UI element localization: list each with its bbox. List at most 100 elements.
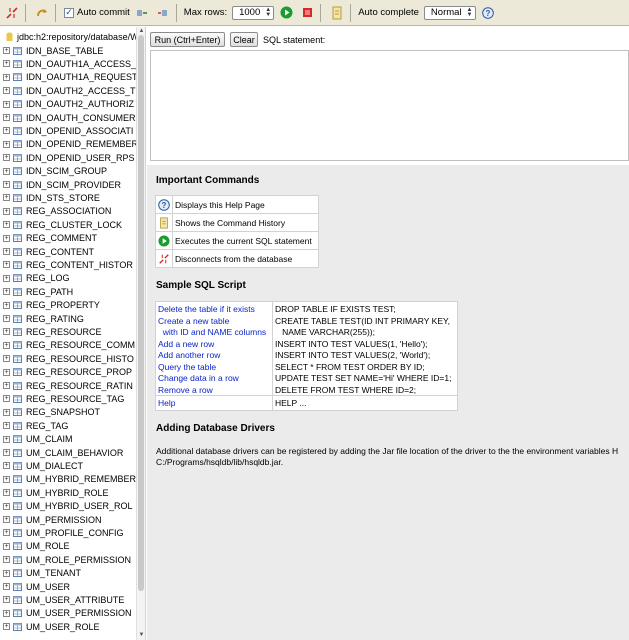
tree-item[interactable]: + REG_LOG [3, 272, 70, 285]
run-statement-button[interactable]: Run (Ctrl+Enter) [150, 32, 225, 47]
tree-item[interactable]: + UM_CLAIM_BEHAVIOR [3, 446, 123, 459]
tree-item[interactable]: + REG_RESOURCE_PROP [3, 366, 132, 379]
tree-item[interactable]: + REG_ASSOCIATION [3, 205, 111, 218]
scrollbar-thumb[interactable] [138, 35, 144, 591]
expand-icon[interactable]: + [3, 368, 10, 376]
tree-item[interactable]: + UM_HYBRID_ROLE [3, 486, 109, 499]
tree-item[interactable]: + UM_ROLE_PERMISSION [3, 553, 131, 566]
tree-item[interactable]: + IDN_STS_STORE [3, 191, 100, 204]
tree-item[interactable]: + IDN_OPENID_ASSOCIATI [3, 124, 133, 137]
expand-icon[interactable]: + [3, 154, 10, 162]
expand-icon[interactable]: + [3, 248, 10, 255]
expand-icon[interactable]: + [3, 181, 10, 188]
tree-item[interactable]: + UM_HYBRID_REMEMBER [3, 473, 136, 486]
expand-icon[interactable]: + [3, 516, 10, 523]
history-button[interactable] [328, 4, 346, 22]
tree-item[interactable]: + REG_COMMENT [3, 232, 97, 245]
expand-icon[interactable]: + [3, 194, 10, 202]
tree-item[interactable]: + REG_CONTENT [3, 245, 94, 258]
tree-item[interactable]: + REG_CLUSTER_LOCK [3, 218, 122, 231]
tree-item[interactable]: + UM_CLAIM [3, 433, 73, 446]
tree-item[interactable]: + REG_RATING [3, 312, 84, 325]
tree-item[interactable]: + REG_RESOURCE_RATIN [3, 379, 133, 392]
sample-link[interactable]: Add another row [158, 350, 220, 362]
expand-icon[interactable]: + [3, 623, 10, 631]
sample-link[interactable]: with ID and NAME columns [158, 327, 266, 339]
expand-icon[interactable]: + [3, 301, 10, 309]
expand-icon[interactable]: + [3, 60, 10, 68]
expand-icon[interactable]: + [3, 355, 10, 363]
expand-icon[interactable]: + [3, 288, 10, 296]
commit-button[interactable] [133, 4, 151, 22]
tree-item[interactable]: + REG_CONTENT_HISTOR [3, 258, 133, 271]
expand-icon[interactable]: + [3, 462, 10, 470]
scroll-up-icon[interactable]: ▲ [137, 27, 145, 35]
tree-item[interactable]: + UM_PROFILE_CONFIG [3, 526, 124, 539]
expand-icon[interactable]: + [3, 167, 10, 175]
expand-icon[interactable]: + [3, 395, 10, 403]
expand-icon[interactable]: + [3, 100, 10, 108]
clear-button[interactable]: Clear [230, 32, 258, 47]
tree-item[interactable]: + IDN_SCIM_GROUP [3, 165, 107, 178]
tree-item[interactable]: + REG_RESOURCE_HISTO [3, 352, 134, 365]
rollback-button[interactable] [154, 4, 172, 22]
expand-icon[interactable]: + [3, 140, 10, 148]
tree-item[interactable]: + UM_USER_ROLE [3, 620, 100, 633]
auto-commit-checkbox[interactable]: ✓ [64, 7, 74, 18]
expand-icon[interactable]: + [3, 328, 10, 336]
tree-item[interactable]: + UM_TENANT [3, 567, 81, 580]
tree-item[interactable]: + UM_DIALECT [3, 459, 83, 472]
tree-item[interactable]: + UM_PERMISSION [3, 513, 102, 526]
tree-item[interactable]: + IDN_OAUTH2_AUTHORIZ [3, 98, 134, 111]
tree-item[interactable]: + IDN_BASE_TABLE [3, 44, 103, 57]
tree-item[interactable]: + UM_ROLE [3, 540, 70, 553]
expand-icon[interactable]: + [3, 529, 10, 537]
tree-item[interactable]: + REG_SNAPSHOT [3, 406, 100, 419]
expand-icon[interactable]: + [3, 609, 10, 617]
refresh-button[interactable] [33, 4, 51, 22]
tree-item[interactable]: + REG_PATH [3, 285, 73, 298]
expand-icon[interactable]: + [3, 87, 10, 95]
connection-root[interactable]: jdbc:h2:repository/database/W [6, 32, 139, 42]
expand-icon[interactable]: + [3, 382, 10, 389]
expand-icon[interactable]: + [3, 221, 10, 229]
auto-complete-select[interactable]: Normal ▲ ▼ [423, 5, 476, 20]
tree-item[interactable]: + IDN_OAUTH1A_ACCESS_ [3, 57, 136, 70]
expand-icon[interactable]: + [3, 47, 10, 54]
expand-icon[interactable]: + [3, 422, 10, 430]
tree-item[interactable]: + REG_RESOURCE_TAG [3, 392, 124, 405]
tree-scrollbar[interactable]: ▲ ▼ [136, 27, 145, 640]
tree-item[interactable]: + REG_RESOURCE [3, 325, 102, 338]
tree-item[interactable]: + UM_USER_ATTRIBUTE [3, 593, 124, 606]
tree-item[interactable]: + IDN_OAUTH2_ACCESS_T [3, 84, 136, 97]
tree-item[interactable]: + UM_HYBRID_USER_ROL [3, 500, 133, 513]
tree-item[interactable]: + IDN_SCIM_PROVIDER [3, 178, 121, 191]
expand-icon[interactable]: + [3, 556, 10, 564]
sample-link[interactable]: Add a new row [158, 339, 214, 351]
expand-icon[interactable]: + [3, 261, 10, 269]
tree-item[interactable]: + IDN_OAUTH_CONSUMER [3, 111, 136, 124]
expand-icon[interactable]: + [3, 542, 10, 550]
tree-item[interactable]: + IDN_OPENID_USER_RPS [3, 151, 135, 164]
tree-item[interactable]: + IDN_OAUTH1A_REQUEST [3, 71, 138, 84]
sql-input[interactable] [150, 50, 629, 161]
sample-link[interactable]: Query the table [158, 362, 216, 374]
stop-button[interactable] [298, 4, 316, 22]
scroll-down-icon[interactable]: ▼ [137, 631, 145, 639]
tree-item[interactable]: + IDN_OPENID_REMEMBER [3, 138, 138, 151]
tree-item[interactable]: + REG_PROPERTY [3, 299, 100, 312]
expand-icon[interactable]: + [3, 274, 10, 282]
expand-icon[interactable]: + [3, 583, 10, 590]
expand-icon[interactable]: + [3, 502, 10, 510]
expand-icon[interactable]: + [3, 449, 10, 456]
help-link[interactable]: Help [158, 398, 175, 410]
help-button[interactable]: ? [479, 4, 497, 22]
expand-icon[interactable]: + [3, 207, 10, 215]
expand-icon[interactable]: + [3, 341, 10, 349]
expand-icon[interactable]: + [3, 435, 10, 443]
expand-icon[interactable]: + [3, 315, 10, 322]
sample-link[interactable]: Change data in a row [158, 373, 239, 385]
expand-icon[interactable]: + [3, 114, 10, 121]
tree-item[interactable]: + REG_RESOURCE_COMM [3, 339, 135, 352]
max-rows-select[interactable]: 1000 ▲ ▼ [232, 5, 275, 20]
